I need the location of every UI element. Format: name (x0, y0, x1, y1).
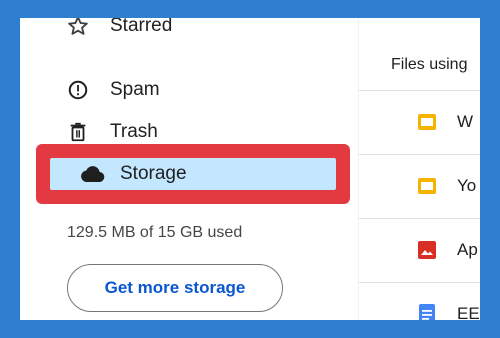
slides-icon (415, 110, 439, 134)
file-row[interactable]: Yo (359, 154, 480, 217)
docs-icon (415, 302, 439, 320)
file-name: EE (457, 304, 480, 320)
file-row[interactable]: W (359, 90, 480, 153)
file-row[interactable]: Ap (359, 218, 480, 281)
file-name: Yo (457, 176, 477, 195)
drive-window: Starred Spam Trash Storage 129.5 MB of 1… (20, 18, 480, 320)
sidebar-item-label: Starred (110, 18, 173, 36)
sidebar-item-storage[interactable]: Storage (50, 158, 336, 190)
sidebar-item-starred[interactable]: Starred (32, 18, 342, 46)
storage-highlight-box: Storage (36, 144, 350, 204)
file-row[interactable]: EE (359, 282, 480, 320)
main-panel: Files using W Yo Ap EE (358, 18, 480, 320)
file-name: W (457, 112, 474, 131)
trash-icon (64, 118, 92, 146)
cloud-icon (78, 160, 106, 188)
spam-icon (64, 76, 92, 104)
file-name: Ap (457, 240, 478, 259)
page-title: Files using (391, 56, 468, 73)
sidebar: Starred Spam Trash Storage 129.5 MB of 1… (20, 18, 358, 320)
star-icon (64, 18, 92, 40)
slides-icon (415, 174, 439, 198)
sidebar-item-spam[interactable]: Spam (32, 70, 342, 110)
get-more-storage-button[interactable]: Get more storage (67, 264, 283, 312)
sidebar-item-label: Storage (120, 163, 187, 184)
sidebar-item-label: Spam (110, 79, 160, 100)
image-icon (415, 238, 439, 262)
sidebar-item-label: Trash (110, 121, 158, 142)
storage-usage-text: 129.5 MB of 15 GB used (67, 224, 243, 241)
